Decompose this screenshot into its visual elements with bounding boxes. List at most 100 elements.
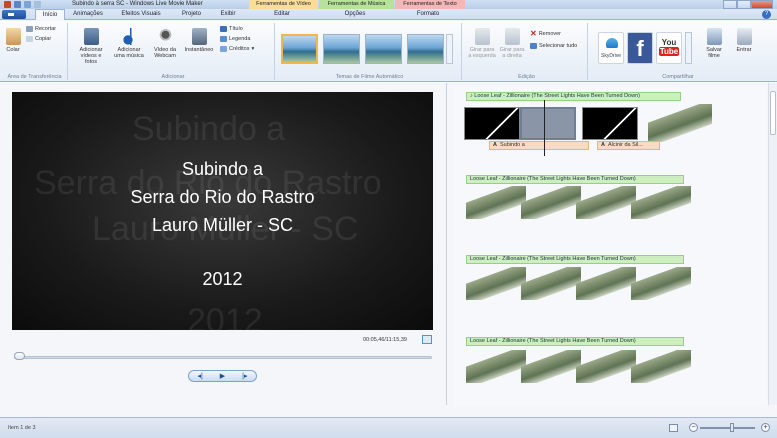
webcam-video-button[interactable]: Vídeo da Webcam <box>150 28 180 59</box>
caption-button[interactable]: Legenda <box>220 36 250 42</box>
add-music-label-2: uma música <box>114 53 144 59</box>
split-icon[interactable] <box>422 335 432 344</box>
storyboard-scrollbar[interactable] <box>768 83 777 405</box>
tab-efeitos-visuais[interactable]: Efeitos Visuais <box>111 9 171 20</box>
zoom-slider[interactable] <box>700 427 755 429</box>
photo-thumbnail[interactable] <box>576 186 636 219</box>
tab-opcoes[interactable]: Opções <box>335 9 375 20</box>
paste-button[interactable]: Colar <box>4 28 22 53</box>
tab-inicio[interactable]: Início <box>35 9 65 20</box>
context-group-video-tools: Ferramentas de Vídeo <box>249 0 318 9</box>
photo-thumbnail[interactable] <box>521 267 581 300</box>
rotate-right-button[interactable]: Girar para a direita <box>498 28 526 59</box>
music-track-bar[interactable]: Loose Leaf - Zillionaire (The Street Lig… <box>466 337 684 346</box>
share-gallery-scroll[interactable] <box>685 32 692 64</box>
minimize-button[interactable] <box>723 0 737 9</box>
photo-thumbnail[interactable] <box>466 186 526 219</box>
photo-thumbnail[interactable] <box>631 186 691 219</box>
clip-thumbnail-selected[interactable] <box>520 107 576 140</box>
snapshot-button[interactable]: Instantâneo <box>182 28 216 53</box>
playhead-cursor[interactable] <box>544 100 545 156</box>
tab-animacoes[interactable]: Animações <box>68 9 108 20</box>
context-group-music-tools: Ferramentas de Música <box>319 0 394 9</box>
cut-button[interactable]: Recortar <box>26 26 56 32</box>
scrollbar-thumb[interactable] <box>770 91 776 135</box>
preview-title-line-2: Serra do Rio do Rastro <box>130 187 315 207</box>
previous-frame-icon[interactable]: ◂| <box>197 373 202 380</box>
photo-thumbnail[interactable] <box>631 350 691 383</box>
facebook-share-button[interactable]: f <box>627 32 653 64</box>
zoom-out-icon[interactable]: − <box>689 423 698 432</box>
credits-button[interactable]: Créditos ▾ <box>220 46 254 52</box>
save-icon[interactable] <box>14 1 21 8</box>
help-icon[interactable]: ? <box>762 10 771 19</box>
video-preview[interactable]: Subindo a Serra do Rio do Rastro Lauro M… <box>12 92 433 330</box>
zoom-slider-thumb[interactable] <box>730 423 734 432</box>
add-group: Adicionar vídeos e fotos Adicionar uma m… <box>72 23 275 80</box>
theme-thumbnail-4[interactable] <box>407 34 444 64</box>
add-music-button[interactable]: Adicionar uma música <box>112 28 146 59</box>
music-track-bar[interactable]: Loose Leaf - Zillionaire (The Street Lig… <box>466 175 684 184</box>
select-all-button[interactable]: Selecionar tudo <box>530 43 577 49</box>
app-menu-button[interactable] <box>2 10 26 19</box>
music-track-label: Loose Leaf - Zillionaire (The Street Lig… <box>470 338 636 344</box>
sign-in-label: Entrar <box>736 47 752 53</box>
seek-bar[interactable] <box>14 356 432 359</box>
photo-thumbnail[interactable] <box>521 186 581 219</box>
title-button[interactable]: Título <box>220 26 243 32</box>
pane-splitter[interactable] <box>446 83 447 405</box>
theme-gallery-scroll[interactable] <box>446 34 453 64</box>
snapshot-icon <box>191 28 207 45</box>
remove-button[interactable]: ✕ Remover <box>530 29 561 38</box>
sign-in-icon <box>736 28 752 45</box>
save-movie-button[interactable]: Salvar filme <box>702 28 726 59</box>
caption-bar[interactable]: Subindo a <box>489 141 589 150</box>
seek-thumb[interactable] <box>14 352 25 360</box>
photo-thumbnail[interactable] <box>466 350 526 383</box>
photo-thumbnail[interactable] <box>466 267 526 300</box>
skydrive-share-button[interactable]: SkyDrive <box>598 32 624 64</box>
tab-formato[interactable]: Formato <box>408 9 448 20</box>
next-frame-icon[interactable]: |▸ <box>242 373 247 380</box>
clip-thumbnail[interactable] <box>464 107 520 140</box>
thumbnail-size-icon[interactable] <box>669 424 678 432</box>
undo-icon[interactable] <box>24 1 31 8</box>
zoom-in-icon[interactable]: + <box>761 423 770 432</box>
menu-icon <box>8 13 14 16</box>
photo-thumbnail[interactable] <box>576 267 636 300</box>
caption-bar[interactable]: Alcinir da Sil... <box>597 141 660 150</box>
webcam-label-2: Webcam <box>154 53 176 59</box>
rotate-left-button[interactable]: Girar para a esquerda <box>468 28 496 59</box>
clipboard-group: Colar Recortar Copiar Área de Transferên… <box>2 23 68 80</box>
sign-in-button[interactable]: Entrar <box>732 28 756 53</box>
photo-thumbnail[interactable] <box>521 350 581 383</box>
clip-thumbnail[interactable] <box>582 107 638 140</box>
add-videos-button[interactable]: Adicionar vídeos e fotos <box>74 28 108 65</box>
storyboard[interactable]: ♪ Loose Leaf - Zillionaire (The Street L… <box>454 87 767 405</box>
title-label: Título <box>229 26 243 32</box>
tab-projeto[interactable]: Projeto <box>174 9 209 20</box>
preview-ghost-text-4: 2012 <box>187 302 263 330</box>
music-track-bar[interactable]: ♪ Loose Leaf - Zillionaire (The Street L… <box>466 92 681 101</box>
music-track-label: Loose Leaf - Zillionaire (The Street Lig… <box>470 256 636 262</box>
theme-thumbnail-3[interactable] <box>365 34 402 64</box>
tab-editar[interactable]: Editar <box>262 9 302 20</box>
maximize-button[interactable] <box>737 0 751 9</box>
theme-thumbnail-2[interactable] <box>323 34 360 64</box>
music-track-bar[interactable]: Loose Leaf - Zillionaire (The Street Lig… <box>466 255 684 264</box>
rotate-right-label-2: a direita <box>502 53 522 59</box>
photo-thumbnail[interactable] <box>631 267 691 300</box>
youtube-share-button[interactable]: You Tube <box>656 32 682 64</box>
photo-thumbnail[interactable] <box>576 350 636 383</box>
theme-thumbnail-1[interactable] <box>281 34 318 64</box>
redo-icon[interactable] <box>34 1 41 8</box>
play-icon[interactable]: ▶ <box>220 373 225 380</box>
chevron-down-icon: ▾ <box>251 46 255 52</box>
tab-exibir[interactable]: Exibir <box>212 9 244 20</box>
close-button[interactable] <box>751 0 773 9</box>
copy-button[interactable]: Copiar <box>26 36 51 42</box>
playback-controls: ◂| ▶ |▸ <box>188 370 257 382</box>
context-group-text-tools: Ferramentas de Texto <box>395 0 465 9</box>
preview-title-line-3: Lauro Müller - SC <box>151 215 294 235</box>
photo-thumbnail[interactable] <box>648 104 712 142</box>
